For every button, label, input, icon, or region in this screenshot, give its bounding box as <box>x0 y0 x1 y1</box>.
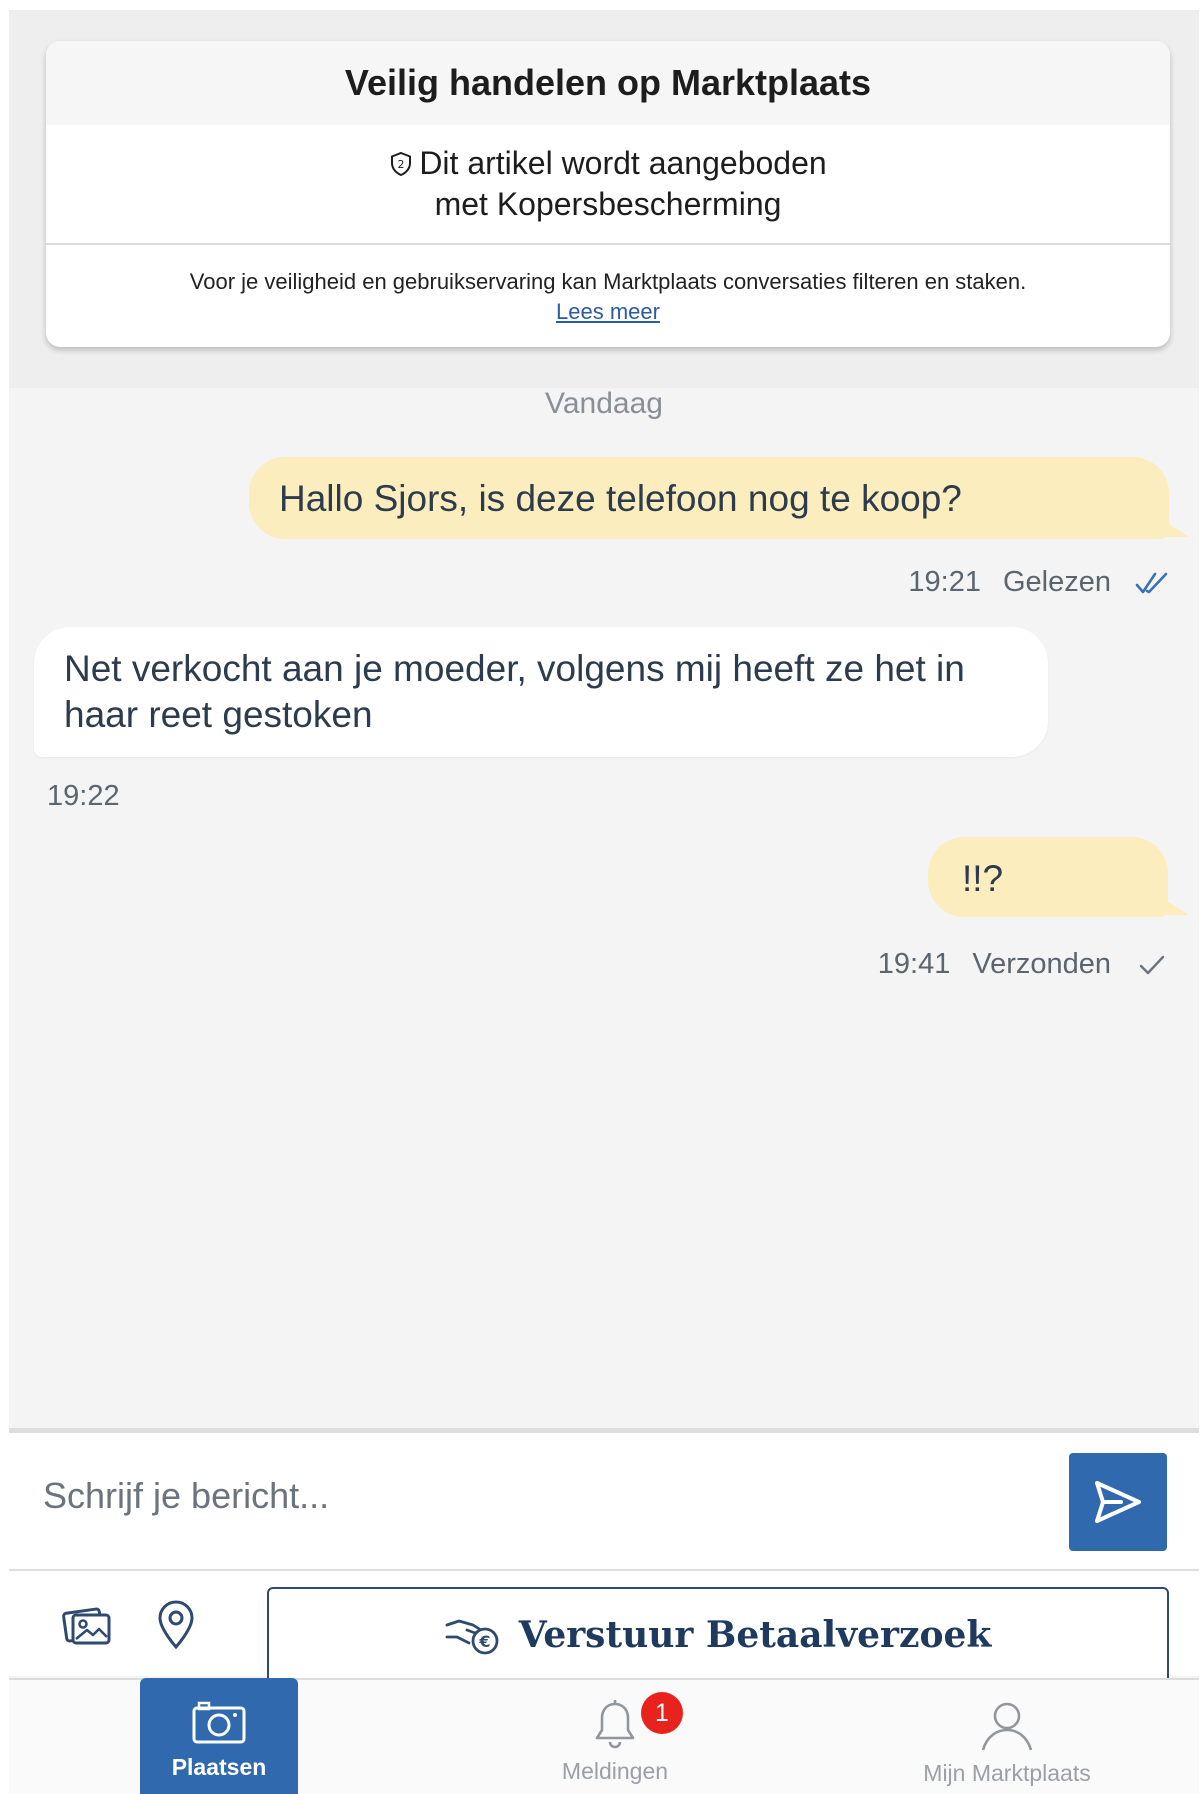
outgoing-message[interactable]: !!? <box>928 837 1168 917</box>
message-text: Net verkocht aan je moeder, volgens mij … <box>64 648 965 735</box>
buyer-protection-notice: 2 Dit artikel wordt aangeboden met Koper… <box>46 125 1170 245</box>
safety-card: Veilig handelen op Marktplaats 2 Dit art… <box>46 41 1170 347</box>
check-icon <box>1139 955 1165 974</box>
message-meta: 19:22 <box>47 780 120 813</box>
double-check-icon <box>1135 572 1168 593</box>
svg-text:€: € <box>478 1632 490 1651</box>
message-meta: 19:41 Verzonden <box>878 948 1169 981</box>
bubble-tail <box>1167 901 1189 915</box>
user-icon <box>981 1702 1033 1751</box>
send-icon <box>1095 1481 1141 1523</box>
incoming-message[interactable]: Net verkocht aan je moeder, volgens mij … <box>34 627 1048 757</box>
tab-mijn-marktplaats[interactable]: Mijn Marktplaats <box>887 1680 1127 1794</box>
payment-hand-icon: € <box>445 1619 499 1655</box>
tab-label: Mijn Marktplaats <box>923 1760 1091 1786</box>
message-time: 19:21 <box>908 566 981 598</box>
photos-icon <box>62 1607 111 1645</box>
payment-request-button[interactable]: € Verstuur Betaalverzoek <box>267 1587 1169 1683</box>
message-time: 19:22 <box>47 780 120 812</box>
read-more-link[interactable]: Lees meer <box>556 299 660 324</box>
message-composer: € Verstuur Betaalverzoek <box>9 1428 1199 1683</box>
message-text: Hallo Sjors, is deze telefoon nog te koo… <box>279 478 962 519</box>
shield-icon: 2 <box>391 151 412 176</box>
message-status: Gelezen <box>1002 566 1111 598</box>
message-text: !!? <box>962 858 1004 899</box>
safety-note: Voor je veiligheid en gebruikservaring k… <box>46 245 1170 327</box>
safety-note-text: Voor je veiligheid en gebruikservaring k… <box>189 269 1027 294</box>
message-meta: 19:21 Gelezen <box>908 566 1169 599</box>
share-location-button[interactable] <box>146 1595 206 1655</box>
tab-label: Meldingen <box>561 1758 669 1784</box>
day-separator: Vandaag <box>545 387 663 420</box>
protection-line-1: Dit artikel wordt aangeboden <box>419 145 827 181</box>
safety-title: Veilig handelen op Marktplaats <box>46 41 1170 125</box>
location-pin-icon <box>158 1600 194 1650</box>
camera-icon <box>192 1701 246 1744</box>
tab-meldingen[interactable]: Meldingen 1 <box>525 1680 705 1794</box>
tab-plaatsen[interactable]: Plaatsen <box>140 1678 298 1794</box>
attach-photo-button[interactable] <box>57 1595 117 1655</box>
bell-icon <box>595 1700 635 1749</box>
bubble-tail <box>1167 523 1189 537</box>
bottom-tab-bar: Plaatsen Meldingen 1 Mijn Marktplaats <box>9 1678 1199 1794</box>
svg-text:2: 2 <box>398 158 405 171</box>
protection-line-2: met Kopersbescherming <box>434 186 782 222</box>
notification-badge: 1 <box>641 1692 683 1734</box>
chat-screen: Veilig handelen op Marktplaats 2 Dit art… <box>9 10 1199 1794</box>
message-input[interactable] <box>9 1433 1049 1558</box>
payment-request-label: Verstuur Betaalverzoek <box>518 1614 992 1656</box>
composer-divider <box>9 1569 1199 1571</box>
message-time: 19:41 <box>877 948 951 980</box>
outgoing-message[interactable]: Hallo Sjors, is deze telefoon nog te koo… <box>249 457 1169 539</box>
tab-label: Plaatsen <box>171 1754 267 1780</box>
send-button[interactable] <box>1069 1453 1167 1551</box>
safety-banner-area: Veilig handelen op Marktplaats 2 Dit art… <box>9 10 1199 388</box>
message-status: Verzonden <box>972 948 1111 980</box>
